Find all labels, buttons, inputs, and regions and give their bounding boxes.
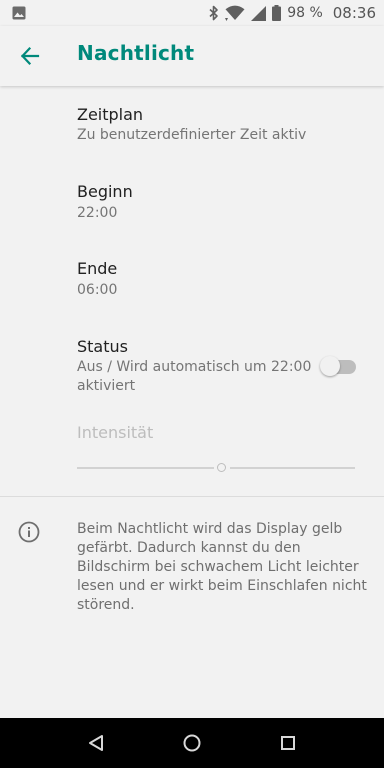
- app-bar: Nachtlicht: [0, 26, 384, 86]
- status-icons: ▾ 98 % 08:36: [209, 0, 376, 26]
- pref-status-summary-line2: aktiviert: [77, 378, 136, 394]
- divider: [0, 496, 384, 497]
- pref-status-title: Status: [77, 337, 128, 356]
- status-bar: ▾ 98 % 08:36: [0, 0, 384, 26]
- nav-home-button[interactable]: [179, 730, 205, 756]
- home-circle-icon: [183, 734, 201, 752]
- pref-schedule-title: Zeitplan: [77, 105, 144, 124]
- bluetooth-icon: [209, 5, 218, 21]
- arrow-back-icon: [20, 46, 40, 66]
- svg-text:▾: ▾: [225, 16, 228, 21]
- image-icon: [12, 6, 26, 20]
- pref-end-title: Ende: [77, 259, 118, 278]
- overview-square-icon: [281, 736, 295, 750]
- pref-end-summary: 06:00: [77, 282, 118, 298]
- pref-status-summary-line1: Aus / Wird automatisch um 22:00: [77, 359, 312, 375]
- info-description: Beim Nachtlicht wird das Display gelb ge…: [77, 521, 367, 613]
- battery-icon: [272, 5, 282, 21]
- pref-start-summary: 22:00: [77, 205, 118, 221]
- page-title: Nachtlicht: [77, 41, 195, 65]
- slider-track-right: [230, 467, 355, 469]
- back-triangle-icon: [89, 735, 103, 751]
- slider-track-left: [77, 467, 214, 469]
- pref-schedule-summary: Zu benutzerdefinierter Zeit aktiv: [77, 127, 307, 143]
- intensity-slider[interactable]: [77, 460, 355, 476]
- battery-percentage: 98 %: [287, 5, 323, 21]
- toggle-thumb: [320, 356, 340, 376]
- back-button[interactable]: [10, 36, 50, 76]
- pref-start-title: Beginn: [77, 182, 133, 201]
- wifi-icon: ▾: [225, 5, 245, 21]
- info-icon: [18, 521, 40, 543]
- status-toggle-switch[interactable]: [320, 356, 356, 376]
- nav-back-button[interactable]: [83, 730, 109, 756]
- nav-overview-button[interactable]: [275, 730, 301, 756]
- pref-intensity-title: Intensität: [77, 423, 154, 442]
- status-clock: 08:36: [332, 4, 376, 22]
- signal-icon: [251, 5, 267, 21]
- slider-thumb[interactable]: [217, 463, 226, 472]
- navigation-bar: [0, 718, 384, 768]
